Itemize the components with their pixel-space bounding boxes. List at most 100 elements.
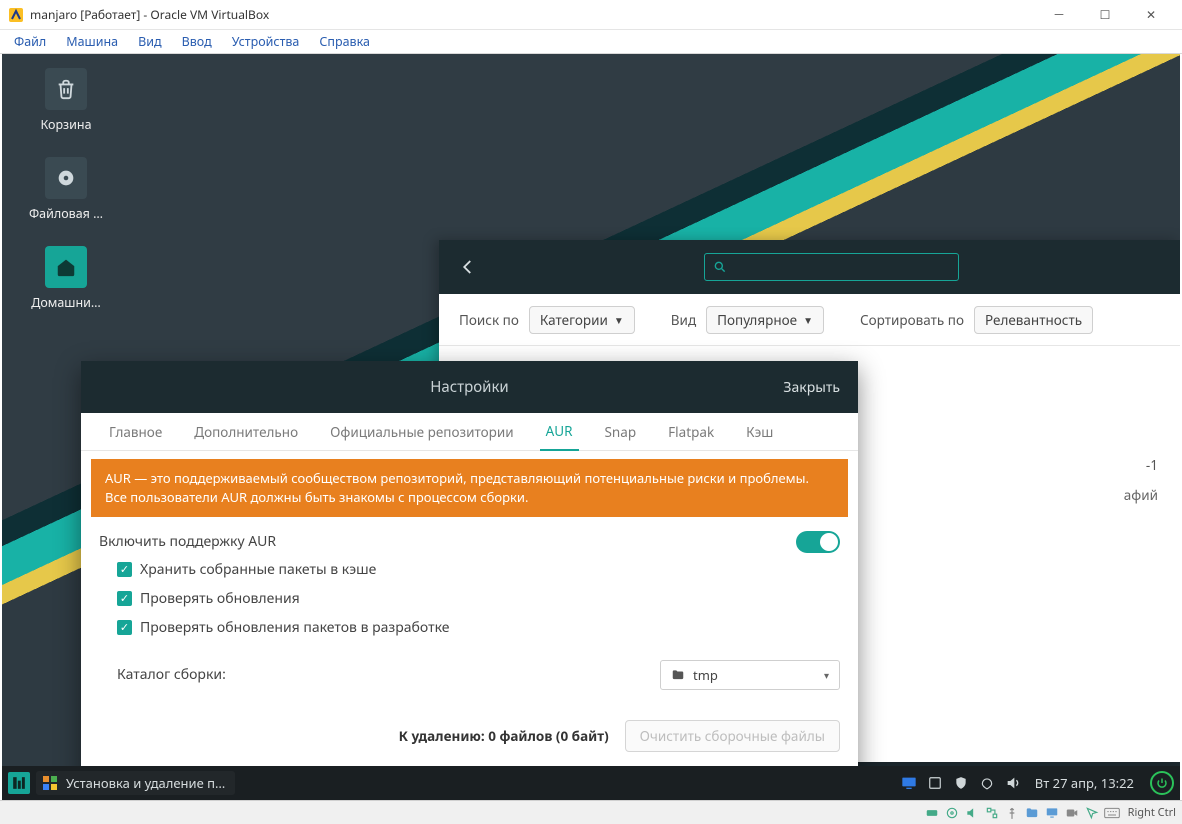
system-tray: Вт 27 апр, 13:22: [901, 771, 1174, 795]
statusbar-mouse-integration-icon[interactable]: [1084, 805, 1100, 821]
check-label: Проверять обновления пакетов в разработк…: [140, 618, 449, 637]
toolbar-sort-label: Сортировать по: [860, 311, 964, 329]
chevron-down-icon: ▼: [614, 313, 624, 327]
statusbar-usb-icon[interactable]: [1004, 805, 1020, 821]
enable-aur-label: Включить поддержку AUR: [99, 532, 796, 551]
host-menu-input[interactable]: Ввод: [174, 31, 220, 52]
desktop-icon-label: Домашни…: [16, 294, 116, 311]
virtualbox-logo-icon: [8, 7, 24, 23]
package-manager-icon: [42, 775, 58, 791]
search-by-value: Категории: [540, 311, 608, 329]
chevron-down-icon: ▾: [824, 668, 829, 682]
guest-desktop: Корзина Файловая … Домашни…: [2, 54, 1180, 800]
tray-updates-icon[interactable]: [927, 775, 943, 791]
guest-taskbar: Установка и удаление п… Вт 27 апр, 13:22: [2, 766, 1180, 800]
check-updates[interactable]: ✓ Проверять обновления: [81, 584, 858, 613]
statusbar-keyboard-icon[interactable]: [1104, 805, 1120, 821]
host-minimize-button[interactable]: －: [1036, 0, 1082, 30]
aur-warning-line1: AUR — это поддерживаемый сообществом реп…: [105, 469, 834, 488]
trash-icon: [45, 68, 87, 110]
check-label: Хранить собранные пакеты в кэше: [140, 560, 376, 579]
search-by-combo[interactable]: Категории ▼: [529, 306, 635, 334]
tab-main[interactable]: Главное: [103, 414, 168, 450]
host-close-button[interactable]: ✕: [1128, 0, 1174, 30]
statusbar-shared-folder-icon[interactable]: [1024, 805, 1040, 821]
desktop-icons: Корзина Файловая … Домашни…: [16, 68, 136, 335]
view-value: Популярное: [717, 311, 797, 329]
taskbar-task-label: Установка и удаление п…: [66, 774, 225, 792]
back-button[interactable]: [453, 252, 483, 282]
tab-flatpak[interactable]: Flatpak: [662, 414, 720, 450]
desktop-icon-label: Файловая …: [16, 205, 116, 222]
desktop-icon-label: Корзина: [16, 116, 116, 133]
to-remove-row: К удалению: 0 файлов (0 байт) Очистить с…: [81, 694, 858, 762]
settings-close-button[interactable]: Закрыть: [783, 378, 840, 397]
host-menu-devices[interactable]: Устройства: [224, 31, 308, 52]
tab-extra[interactable]: Дополнительно: [188, 414, 304, 450]
tray-display-icon[interactable]: [901, 775, 917, 791]
statusbar-audio-icon[interactable]: [964, 805, 980, 821]
taskbar-power-button[interactable]: [1150, 771, 1174, 795]
desktop-icon-trash[interactable]: Корзина: [16, 68, 116, 133]
check-devel-updates[interactable]: ✓ Проверять обновления пакетов в разрабо…: [81, 613, 858, 642]
aur-warning-line2: Все пользователи AUR должны быть знакомы…: [105, 488, 834, 507]
disk-icon: [45, 157, 87, 199]
sort-value: Релевантность: [985, 311, 1082, 329]
host-menu-machine[interactable]: Машина: [58, 31, 126, 52]
build-dir-combo[interactable]: tmp ▾: [660, 660, 840, 690]
to-remove-text: К удалению: 0 файлов (0 байт): [399, 727, 609, 745]
search-icon: [713, 260, 727, 274]
check-label: Проверять обновления: [140, 589, 300, 608]
start-menu-button[interactable]: [8, 772, 30, 794]
toolbar-search-by-label: Поиск по: [459, 311, 519, 329]
clean-build-files-button[interactable]: Очистить сборочные файлы: [625, 720, 840, 752]
settings-window: Настройки Закрыть Главное Дополнительно …: [81, 361, 858, 781]
settings-tabs: Главное Дополнительно Официальные репози…: [81, 413, 858, 451]
checkbox-icon: ✓: [117, 562, 132, 577]
checkbox-icon: ✓: [117, 620, 132, 635]
build-dir-value: tmp: [693, 666, 718, 684]
statusbar-display-icon[interactable]: [1044, 805, 1060, 821]
statusbar-network-icon[interactable]: [984, 805, 1000, 821]
search-input-wrapper[interactable]: [704, 253, 959, 281]
package-manager-toolbar: Поиск по Категории ▼ Вид Популярное ▼ Со…: [439, 294, 1180, 346]
tab-cache[interactable]: Кэш: [740, 414, 779, 450]
tab-snap[interactable]: Snap: [599, 414, 643, 450]
folder-icon: [671, 668, 685, 682]
tab-official[interactable]: Официальные репозитории: [324, 414, 519, 450]
desktop-icon-filesystem[interactable]: Файловая …: [16, 157, 116, 222]
taskbar-clock[interactable]: Вт 27 апр, 13:22: [1035, 774, 1134, 792]
desktop-icon-home[interactable]: Домашни…: [16, 246, 116, 311]
host-menu-file[interactable]: Файл: [6, 31, 54, 52]
host-window-title: manjaro [Работает] - Oracle VM VirtualBo…: [30, 6, 269, 23]
build-dir-row: Каталог сборки: tmp ▾: [81, 642, 858, 694]
aur-warning-banner: AUR — это поддерживаемый сообществом реп…: [91, 459, 848, 517]
sort-combo[interactable]: Релевантность: [974, 306, 1093, 334]
chevron-down-icon: ▼: [803, 313, 813, 327]
host-menu-help[interactable]: Справка: [311, 31, 378, 52]
statusbar-hostkey-label: Right Ctrl: [1128, 805, 1176, 820]
taskbar-active-task[interactable]: Установка и удаление п…: [36, 771, 235, 795]
checkbox-icon: ✓: [117, 591, 132, 606]
package-manager-header: [439, 240, 1180, 294]
tray-shield-icon[interactable]: [953, 775, 969, 791]
host-menu-view[interactable]: Вид: [130, 31, 169, 52]
settings-title-text: Настройки: [430, 377, 508, 397]
enable-aur-switch[interactable]: [796, 531, 840, 553]
host-menubar: Файл Машина Вид Ввод Устройства Справка: [0, 30, 1182, 54]
search-input[interactable]: [735, 258, 950, 276]
build-dir-label: Каталог сборки:: [117, 665, 226, 684]
statusbar-hdd-icon[interactable]: [924, 805, 940, 821]
toolbar-view-label: Вид: [671, 311, 696, 329]
tab-aur[interactable]: AUR: [540, 413, 579, 451]
tray-clipboard-icon[interactable]: [979, 775, 995, 791]
home-folder-icon: [45, 246, 87, 288]
view-combo[interactable]: Популярное ▼: [706, 306, 824, 334]
statusbar-cd-icon[interactable]: [944, 805, 960, 821]
statusbar-recording-icon[interactable]: [1064, 805, 1080, 821]
enable-aur-row: Включить поддержку AUR: [81, 527, 858, 555]
check-keep-packages[interactable]: ✓ Хранить собранные пакеты в кэше: [81, 555, 858, 584]
host-window-titlebar: manjaro [Работает] - Oracle VM VirtualBo…: [0, 0, 1182, 30]
tray-volume-icon[interactable]: [1005, 775, 1021, 791]
host-maximize-button[interactable]: ☐: [1082, 0, 1128, 30]
